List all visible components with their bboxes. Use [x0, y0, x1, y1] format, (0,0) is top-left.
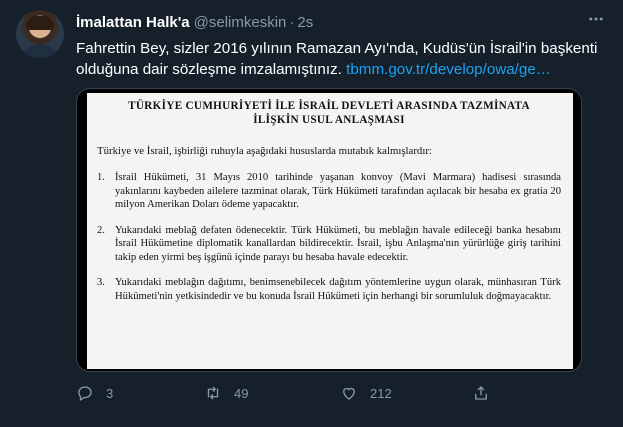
document-item: 3. Yukarıdaki meblağın dağıtımı, benimse…	[97, 276, 561, 303]
item-text: İsrail Hükümeti, 31 Mayıs 2010 tarihinde…	[115, 172, 561, 210]
like-count: 212	[370, 385, 392, 401]
share-button[interactable]	[472, 384, 502, 402]
document-item: 2. Yukarıdaki meblağ defaten ödenecektir…	[97, 224, 561, 265]
document-title: TÜRKİYE CUMHURİYETİ İLE İSRAİL DEVLETİ A…	[128, 100, 530, 112]
item-text: Yukarıdaki meblağın dağıtımı, benimseneb…	[115, 277, 561, 302]
tweet-link[interactable]: tbmm.gov.tr/develop/owa/ge…	[346, 61, 551, 78]
more-icon[interactable]	[585, 10, 607, 32]
author-handle[interactable]: @selimkeskin	[194, 14, 287, 31]
retweet-icon	[207, 386, 219, 400]
document-item: 1. İsrail Hükümeti, 31 Mayıs 2010 tarihi…	[97, 171, 561, 212]
item-number: 2.	[97, 224, 105, 236]
document-scan: TÜRKİYE CUMHURİYETİ İLE İSRAİL DEVLETİ A…	[87, 93, 573, 369]
share-icon	[475, 386, 487, 400]
tweet-actions: 3 49 212	[76, 384, 516, 406]
author-name[interactable]: İmalattan Halk'a	[76, 14, 190, 31]
tweet-text: Fahrettin Bey, sizler 2016 yılının Ramaz…	[76, 38, 611, 80]
reply-icon	[78, 386, 92, 401]
item-text: Yukarıdaki meblağ defaten ödenecektir. T…	[115, 224, 561, 263]
reply-count: 3	[106, 385, 114, 401]
tweet-header: İmalattan Halk'a @selimkeskin · 2s	[76, 12, 607, 32]
timestamp[interactable]: 2s	[297, 14, 313, 31]
retweet-button[interactable]: 49	[204, 384, 248, 402]
avatar[interactable]	[16, 10, 64, 58]
document-intro: Türkiye ve İsrail, işbirliği ruhuyla aşa…	[97, 145, 432, 157]
reply-button[interactable]: 3	[76, 384, 113, 402]
item-number: 3.	[97, 277, 105, 288]
document-subtitle: İLİŞKİN USUL ANLAŞMASI	[253, 114, 405, 126]
item-number: 1.	[97, 172, 105, 183]
heart-icon	[343, 387, 355, 400]
retweet-count: 49	[234, 385, 249, 401]
tweet-image[interactable]: TÜRKİYE CUMHURİYETİ İLE İSRAİL DEVLETİ A…	[76, 88, 582, 372]
like-button[interactable]: 212	[340, 384, 392, 402]
separator: ·	[289, 13, 295, 31]
